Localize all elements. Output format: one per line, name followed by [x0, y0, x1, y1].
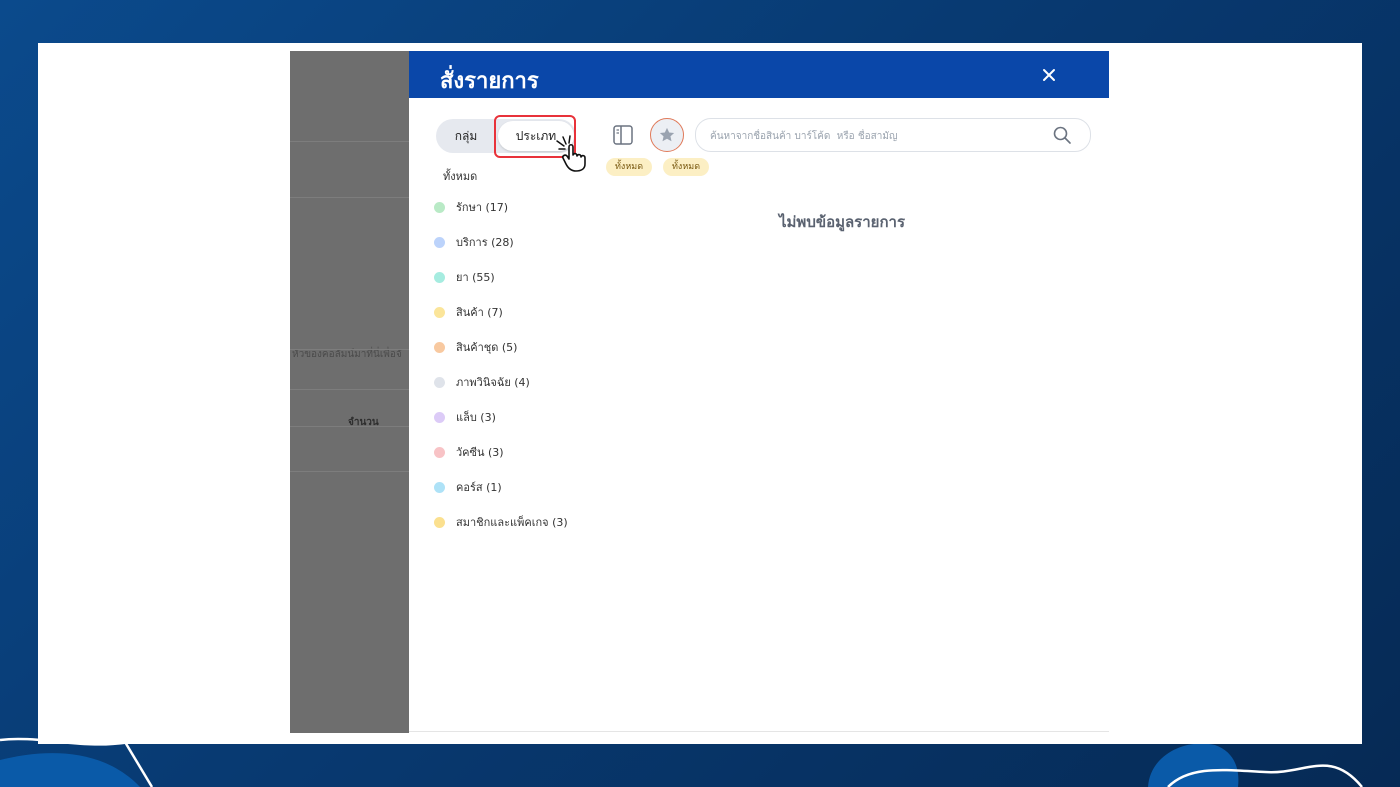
close-button[interactable]: [1037, 63, 1061, 87]
category-label: สินค้า (7): [456, 306, 503, 319]
divider: [290, 141, 410, 142]
category-label: รักษา (17): [456, 201, 509, 214]
divider: [290, 426, 410, 427]
panel-toggle-icon: [613, 125, 633, 145]
category-color-dot: [434, 271, 445, 283]
divider: [290, 197, 410, 198]
hand-pointer-icon: [556, 135, 586, 172]
category-label: ยา (55): [456, 271, 495, 284]
category-color-dot: [434, 411, 445, 423]
category-color-dot: [434, 201, 445, 213]
category-item[interactable]: ภาพวินิจฉัย (4): [434, 373, 530, 393]
divider: [409, 731, 1109, 732]
search-field: [695, 118, 1091, 153]
star-icon: [659, 127, 675, 142]
category-label: สินค้าชุด (5): [456, 341, 518, 354]
divider: [290, 349, 410, 350]
order-modal: สั่งรายการ กลุ่ม ประเภท ค้นหาจากชื่อสินค…: [409, 51, 1109, 733]
category-label: ภาพวินิจฉัย (4): [456, 376, 530, 389]
category-label: วัคซีน (3): [456, 446, 504, 459]
category-item[interactable]: สินค้า (7): [434, 303, 503, 323]
category-label: คอร์ส (1): [456, 481, 502, 494]
category-item[interactable]: ยา (55): [434, 268, 495, 288]
category-color-dot: [434, 481, 445, 493]
category-label: แล็บ (3): [456, 411, 496, 424]
panel-toggle-button[interactable]: [612, 124, 634, 146]
category-label: สมาชิกและแพ็คเกจ (3): [456, 516, 568, 529]
category-color-dot: [434, 376, 445, 388]
category-all[interactable]: ทั้งหมด: [443, 167, 477, 185]
category-color-dot: [434, 306, 445, 318]
category-item[interactable]: คอร์ส (1): [434, 478, 502, 498]
category-item[interactable]: แล็บ (3): [434, 408, 496, 428]
favorite-button[interactable]: [650, 118, 684, 152]
category-color-dot: [434, 446, 445, 458]
close-icon: [1043, 69, 1055, 81]
category-item[interactable]: รักษา (17): [434, 198, 508, 218]
empty-state-message: ไม่พบข้อมูลรายการ: [779, 213, 906, 231]
tab-group[interactable]: กลุ่ม: [436, 119, 496, 153]
category-label: บริการ (28): [456, 236, 514, 249]
category-color-dot: [434, 341, 445, 353]
category-color-dot: [434, 516, 445, 528]
filter-chip-all[interactable]: ทั้งหมด: [663, 158, 710, 176]
modal-title: สั่งรายการ: [440, 69, 539, 94]
filter-chip-all[interactable]: ทั้งหมด: [606, 158, 653, 176]
search-icon[interactable]: [1052, 125, 1072, 145]
category-color-dot: [434, 236, 445, 248]
category-item[interactable]: สมาชิกและแพ็คเกจ (3): [434, 513, 568, 533]
background-column-header: จำนวน: [348, 417, 379, 428]
divider: [290, 471, 410, 472]
category-item[interactable]: บริการ (28): [434, 233, 514, 253]
dimmed-background-page: หัวของคอลัมน์มาที่นี่เพื่อจั จำนวน: [290, 51, 410, 733]
divider: [290, 389, 410, 390]
category-item[interactable]: สินค้าชุด (5): [434, 338, 517, 358]
search-input[interactable]: [708, 119, 1042, 153]
category-item[interactable]: วัคซีน (3): [434, 443, 504, 463]
modal-header: สั่งรายการ: [409, 51, 1109, 98]
